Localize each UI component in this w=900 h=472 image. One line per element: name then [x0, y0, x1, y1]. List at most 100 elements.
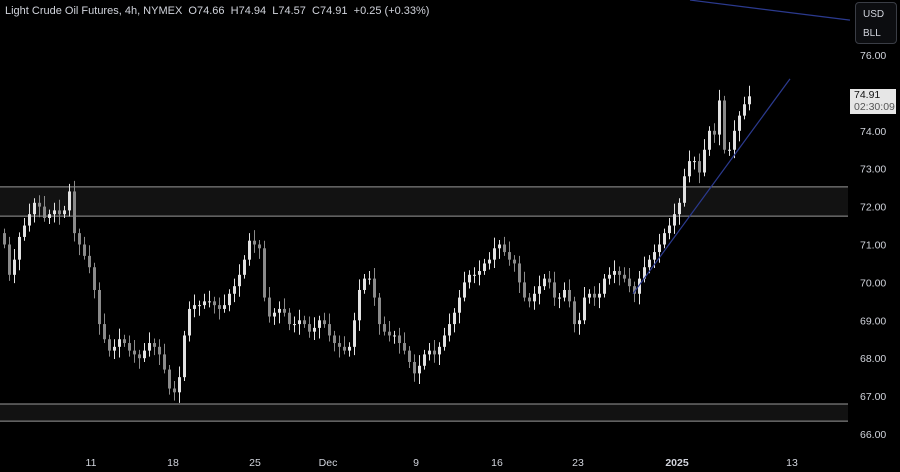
- currency-unit-button[interactable]: USD BLL: [855, 2, 897, 44]
- candle-body: [83, 244, 86, 256]
- candle-body: [268, 297, 271, 317]
- x-tick-label: 13: [786, 457, 798, 469]
- candle: [388, 321, 391, 342]
- candle-body: [653, 252, 656, 260]
- candle: [108, 334, 111, 357]
- candle: [218, 297, 221, 320]
- candle-body: [203, 301, 206, 306]
- candle-body: [523, 282, 526, 298]
- candle: [283, 298, 286, 317]
- candle-body: [613, 271, 616, 275]
- candle-body: [173, 388, 176, 393]
- candle: [638, 271, 641, 305]
- candle: [723, 95, 726, 154]
- candle: [133, 340, 136, 363]
- y-tick-label: 71.00: [860, 240, 886, 252]
- candle-body: [563, 289, 566, 298]
- candle-body: [253, 240, 256, 245]
- candle: [138, 349, 141, 369]
- candle-body: [263, 248, 266, 298]
- candle: [663, 228, 666, 249]
- candle: [378, 293, 381, 335]
- x-tick-label: 16: [491, 457, 503, 469]
- candle-body: [403, 343, 406, 351]
- candle-body: [458, 297, 461, 313]
- candle: [268, 286, 271, 323]
- ohlc-high: H74.94: [230, 5, 267, 17]
- candle: [423, 349, 426, 370]
- candle: [463, 271, 466, 302]
- candle: [748, 85, 751, 111]
- candle: [408, 346, 411, 369]
- candle-body: [473, 274, 476, 276]
- candle: [233, 278, 236, 303]
- candle: [83, 236, 86, 260]
- candle-body: [498, 244, 501, 249]
- x-tick-label: 25: [249, 457, 261, 469]
- candle-body: [63, 210, 66, 215]
- candle-body: [293, 324, 296, 326]
- x-tick-label: 23: [572, 457, 584, 469]
- candle-body: [623, 274, 626, 279]
- candle-body: [183, 335, 186, 378]
- unit-label: BLL: [863, 28, 881, 39]
- candle-body: [23, 225, 26, 237]
- chart-legend: Light Crude Oil Futures, 4h, NYMEX O74.6…: [5, 5, 429, 17]
- candle-body: [103, 324, 106, 340]
- y-tick-label: 66.00: [860, 429, 886, 441]
- candle: [18, 232, 21, 271]
- candle: [308, 316, 311, 338]
- candle-body: [463, 282, 466, 298]
- candle-body: [603, 278, 606, 294]
- candle: [568, 279, 571, 308]
- currency-label: USD: [863, 9, 885, 20]
- last-price-label: 74.91 02:30:09: [850, 89, 896, 114]
- candle-body: [48, 214, 51, 218]
- candle-body: [493, 248, 496, 260]
- candle-body: [33, 202, 36, 215]
- candle: [623, 267, 626, 283]
- candle-body: [408, 350, 411, 362]
- candle: [513, 255, 516, 272]
- candle: [223, 294, 226, 313]
- candle: [523, 271, 526, 302]
- ohlc-close: C74.91: [312, 5, 348, 17]
- candle: [393, 330, 396, 344]
- candle: [413, 354, 416, 382]
- y-tick-label: 67.00: [860, 391, 886, 403]
- candle-body: [588, 293, 591, 298]
- candle: [243, 255, 246, 279]
- candle: [203, 293, 206, 309]
- price-change: +0.25 (+0.33%): [353, 5, 430, 17]
- candle-body: [178, 377, 181, 393]
- candle-body: [548, 278, 551, 283]
- candle: [628, 267, 631, 293]
- last-price: 74.91: [854, 89, 881, 101]
- candle: [578, 312, 581, 335]
- candle-body: [123, 339, 126, 344]
- candle-body: [78, 233, 81, 245]
- candle-body: [648, 259, 651, 268]
- candlestick-chart[interactable]: 66.00 67.00 68.00 69.00 70.00 71.00 72.00 73.00…: [0, 0, 900, 472]
- candle: [453, 308, 456, 333]
- candle-body: [658, 244, 661, 253]
- candle: [258, 239, 261, 259]
- candle-body: [728, 149, 731, 151]
- candle-body: [88, 255, 91, 268]
- candle: [118, 328, 121, 358]
- candle-body: [53, 210, 56, 215]
- candle: [363, 274, 366, 294]
- candle: [93, 262, 96, 299]
- candle-body: [323, 320, 326, 325]
- candle-body: [598, 293, 601, 298]
- candle-body: [148, 343, 151, 351]
- candle: [278, 301, 281, 324]
- zone-1: [0, 404, 848, 422]
- candle-body: [73, 191, 76, 234]
- candle-body: [488, 259, 491, 264]
- candle: [683, 168, 686, 207]
- candle-body: [533, 293, 536, 302]
- candle-body: [443, 335, 446, 347]
- candle: [443, 327, 446, 351]
- candle-body: [528, 297, 531, 302]
